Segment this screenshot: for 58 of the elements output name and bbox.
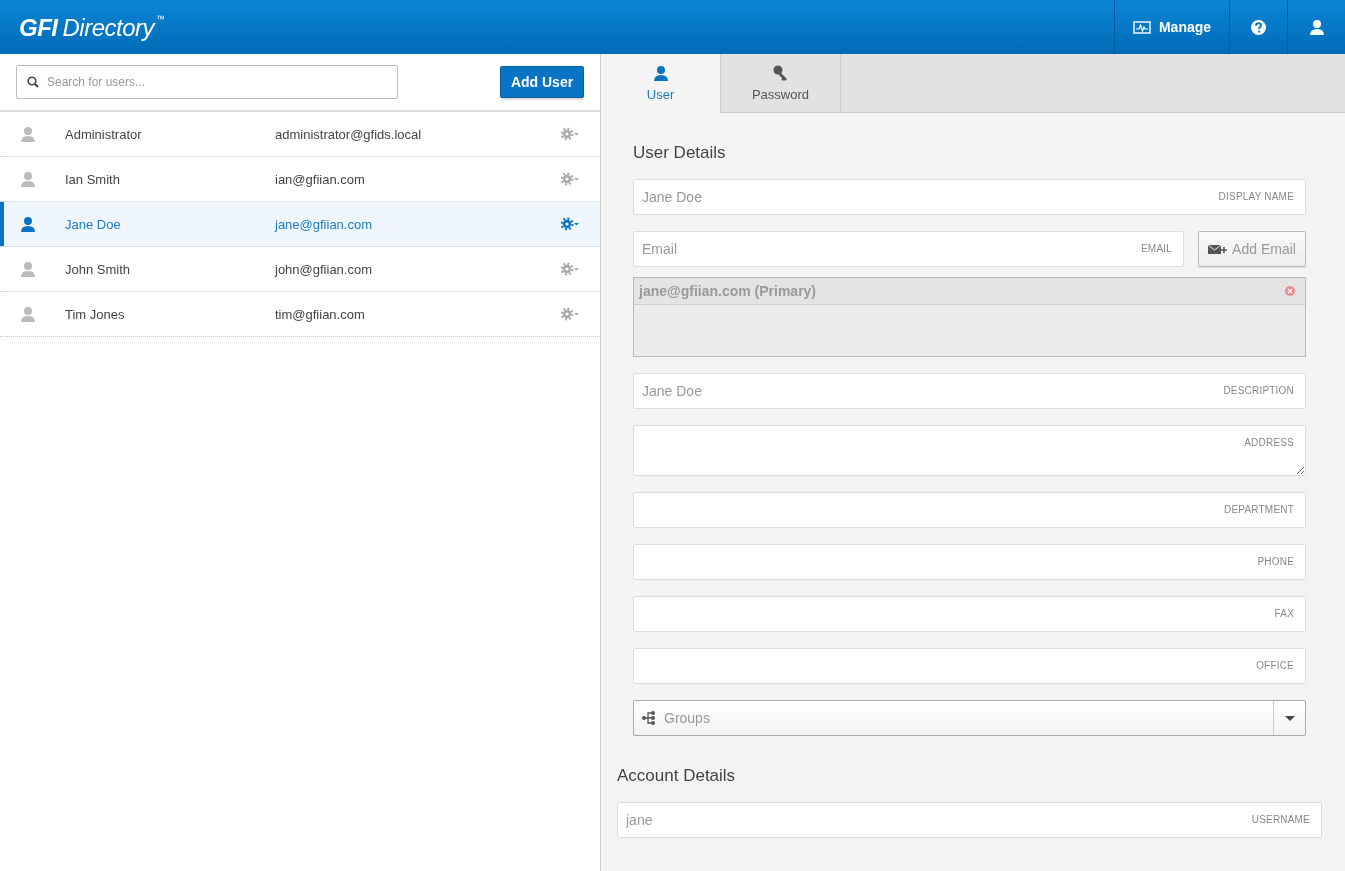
- field-label: DESCRIPTION: [1223, 385, 1294, 396]
- field-label: DEPARTMENT: [1224, 504, 1294, 515]
- remove-icon: [1285, 286, 1295, 296]
- app-logo: GFI Directory$^{™}$: [18, 13, 166, 43]
- user-name: Ian Smith: [65, 171, 121, 187]
- user-row[interactable]: John Smith john@gfiian.com: [0, 247, 600, 292]
- user-email: john@gfiian.com: [275, 261, 374, 277]
- field-label: FAX: [1274, 608, 1294, 619]
- person-icon: [19, 261, 36, 277]
- person-icon: [652, 65, 669, 81]
- field-label: OFFICE: [1256, 660, 1294, 671]
- user-email: administrator@gfids.local: [275, 126, 423, 142]
- input-field[interactable]: [633, 596, 1306, 632]
- tab[interactable]: Password: [721, 54, 841, 112]
- field-label: USERNAME: [1251, 814, 1310, 825]
- input-field[interactable]: [633, 648, 1306, 684]
- user-row[interactable]: Administrator administrator@gfids.local: [0, 112, 600, 157]
- gear-icon: [561, 307, 579, 321]
- input-field[interactable]: [633, 492, 1306, 528]
- gear-icon: [561, 172, 579, 186]
- tab[interactable]: User: [601, 54, 721, 113]
- key-icon: [772, 64, 789, 81]
- user-email: ian@gfiian.com: [275, 171, 366, 187]
- person-icon: [19, 171, 36, 187]
- user-name: Administrator: [65, 126, 143, 142]
- gear-icon: [561, 127, 579, 141]
- person-icon: [1308, 19, 1325, 35]
- user-name: John Smith: [65, 261, 132, 277]
- section-title: User Details: [633, 143, 727, 163]
- input-field[interactable]: [633, 544, 1306, 580]
- user-row[interactable]: Jane Doe jane@gfiian.com: [0, 202, 600, 247]
- person-icon: [19, 126, 36, 142]
- search-icon: [27, 76, 39, 88]
- groups-dropdown[interactable]: Groups: [633, 700, 1306, 736]
- email-item[interactable]: jane@gfiian.com (Primary): [634, 278, 1305, 305]
- search-field[interactable]: Search for users...: [16, 65, 398, 99]
- help-icon: [1251, 19, 1266, 35]
- user-row[interactable]: Tim Jones tim@gfiian.com: [0, 292, 600, 337]
- add-user-button[interactable]: Add User: [500, 66, 584, 98]
- user-name: Jane Doe: [65, 216, 122, 232]
- gear-icon: [561, 262, 579, 276]
- person-icon: [19, 306, 36, 322]
- field-label: ADDRESS: [1244, 437, 1294, 448]
- user-email: tim@gfiian.com: [275, 306, 366, 322]
- field-label: EMAIL: [1141, 243, 1172, 254]
- textarea-field[interactable]: [633, 425, 1306, 476]
- hierarchy-icon: [642, 711, 656, 725]
- section-title: Account Details: [617, 766, 737, 786]
- add-email-button[interactable]: Add Email: [1198, 231, 1306, 267]
- user-email: jane@gfiian.com: [275, 216, 374, 232]
- user-name: Tim Jones: [65, 306, 126, 322]
- field-label: DISPLAY NAME: [1218, 191, 1294, 202]
- envelope-plus-icon: [1208, 243, 1228, 255]
- monitor-chart-icon: [1132, 20, 1151, 34]
- caret-icon: [1284, 715, 1295, 721]
- person-icon: [19, 216, 36, 232]
- field-label: PHONE: [1257, 556, 1294, 567]
- gear-icon: [561, 217, 579, 231]
